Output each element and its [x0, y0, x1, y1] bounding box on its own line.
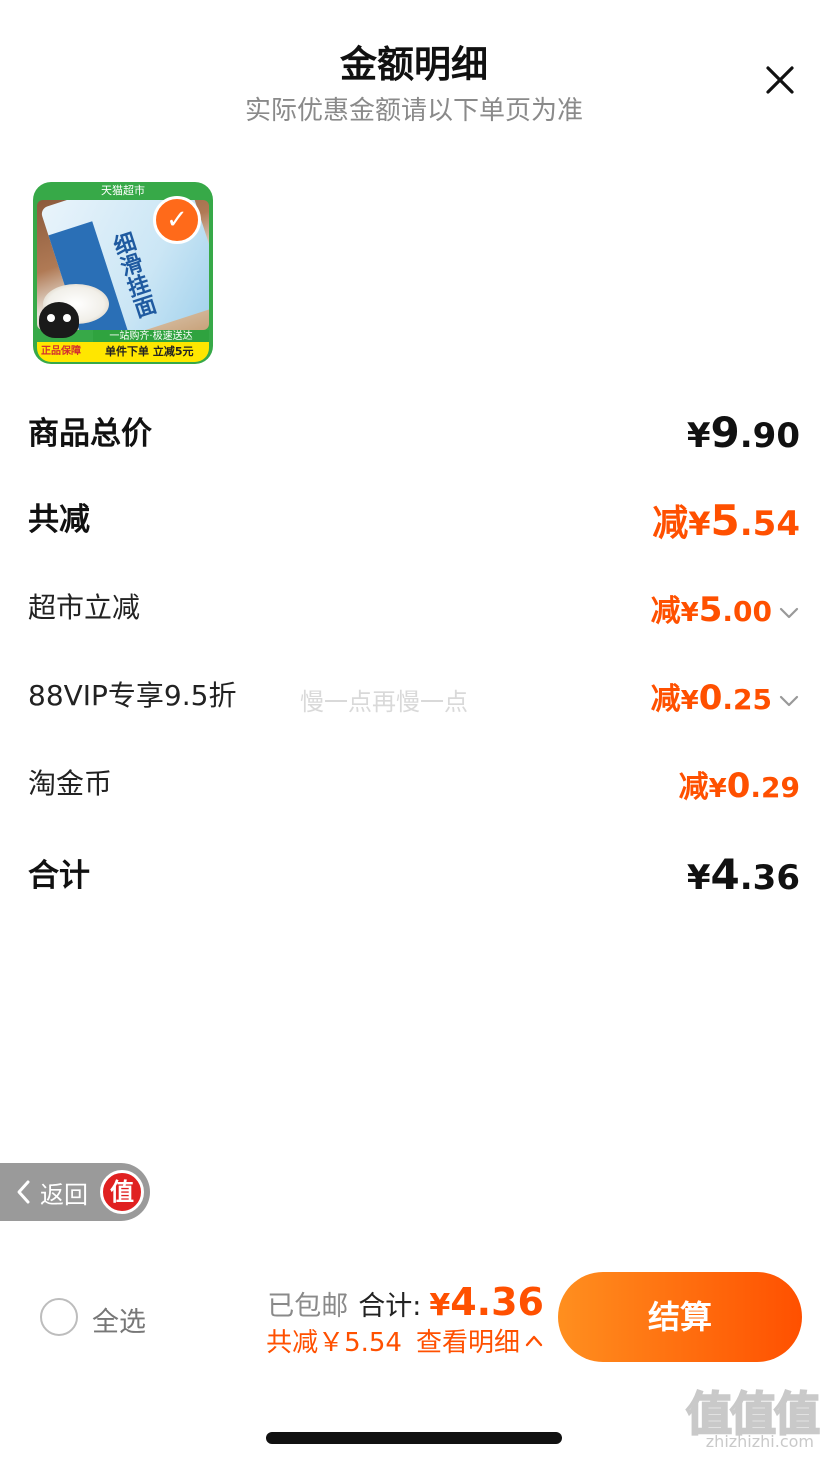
sheet-title: 金额明细 [340, 43, 488, 86]
chevron-down-icon[interactable] [778, 602, 800, 624]
sheet-subtitle: 实际优惠金额请以下单页为准 [244, 96, 583, 126]
view-detail-toggle[interactable]: 共减￥5.54 查看明细 [266, 1322, 544, 1359]
chevron-down-icon[interactable] [778, 690, 800, 712]
checkout-button[interactable]: 结算 [558, 1272, 802, 1362]
select-all-radio[interactable] [40, 1298, 78, 1336]
footer-discount-text: 共减￥5.54 [266, 1328, 402, 1358]
shipping-status: 已包邮 [267, 1291, 349, 1322]
coin-discount-value: 减¥0.29 [678, 766, 800, 806]
product-thumbnail[interactable]: 天猫超市 细滑挂面 ✓ 一站购齐·极速送达 正品保障 单件下单 立减5元 [33, 182, 213, 364]
site-watermark-url: zhizhizhi.com [705, 1432, 814, 1451]
total-label: 合计 [28, 858, 90, 894]
back-label: 返回 [40, 1181, 88, 1209]
footer-total-line: 已包邮 合计: ¥4.36 [267, 1280, 544, 1324]
tmall-cat-icon [39, 302, 79, 338]
total-value: ¥4.36 [686, 850, 800, 899]
supermarket-discount-label: 超市立减 [28, 591, 141, 624]
select-all-label[interactable]: 全选 [92, 1300, 146, 1339]
subtotal-label: 商品总价 [28, 416, 152, 452]
coin-discount-row: 淘金币 减¥0.29 [28, 762, 800, 822]
close-icon[interactable] [758, 58, 802, 102]
footer-total-value: ¥4.36 [429, 1280, 544, 1324]
site-watermark: 值值值 zhizhizhi.com [668, 1378, 821, 1458]
supermarket-discount-value[interactable]: 减¥5.00 [651, 586, 800, 630]
subtotal-row: 商品总价 ¥9.90 [28, 408, 800, 468]
coin-discount-label: 淘金币 [28, 767, 113, 800]
overlay-watermark-text: 慢一点再慢一点 [300, 688, 468, 716]
total-discount-value: 减¥5.54 [652, 496, 800, 545]
back-button[interactable]: 返回 值 [0, 1163, 150, 1221]
supermarket-discount-row[interactable]: 超市立减 减¥5.00 [28, 586, 800, 646]
chevron-left-icon [17, 1180, 30, 1204]
total-discount-row: 共减 减¥5.54 [28, 494, 800, 554]
footer-total-label: 合计: [358, 1291, 422, 1322]
selected-check-icon[interactable]: ✓ [153, 196, 201, 244]
vip-discount-value[interactable]: 减¥0.25 [651, 674, 800, 718]
zhi-badge-icon[interactable]: 值 [100, 1170, 144, 1214]
home-indicator[interactable] [266, 1432, 562, 1444]
total-row: 合计 ¥4.36 [28, 850, 800, 910]
view-detail-label[interactable]: 查看明细 [416, 1328, 520, 1358]
chevron-up-icon[interactable] [524, 1331, 544, 1351]
total-discount-label: 共减 [28, 502, 90, 538]
thumb-store-tag: 天猫超市 [101, 184, 145, 197]
subtotal-value: ¥9.90 [686, 408, 800, 457]
amount-detail-sheet: 金额明细 实际优惠金额请以下单页为准 天猫超市 细滑挂面 ✓ 一站购齐·极速送达… [0, 0, 828, 1460]
vip-discount-label: 88VIP专享9.5折 [28, 679, 237, 712]
thumb-discount-strip: 正品保障 单件下单 立减5元 [37, 342, 209, 362]
